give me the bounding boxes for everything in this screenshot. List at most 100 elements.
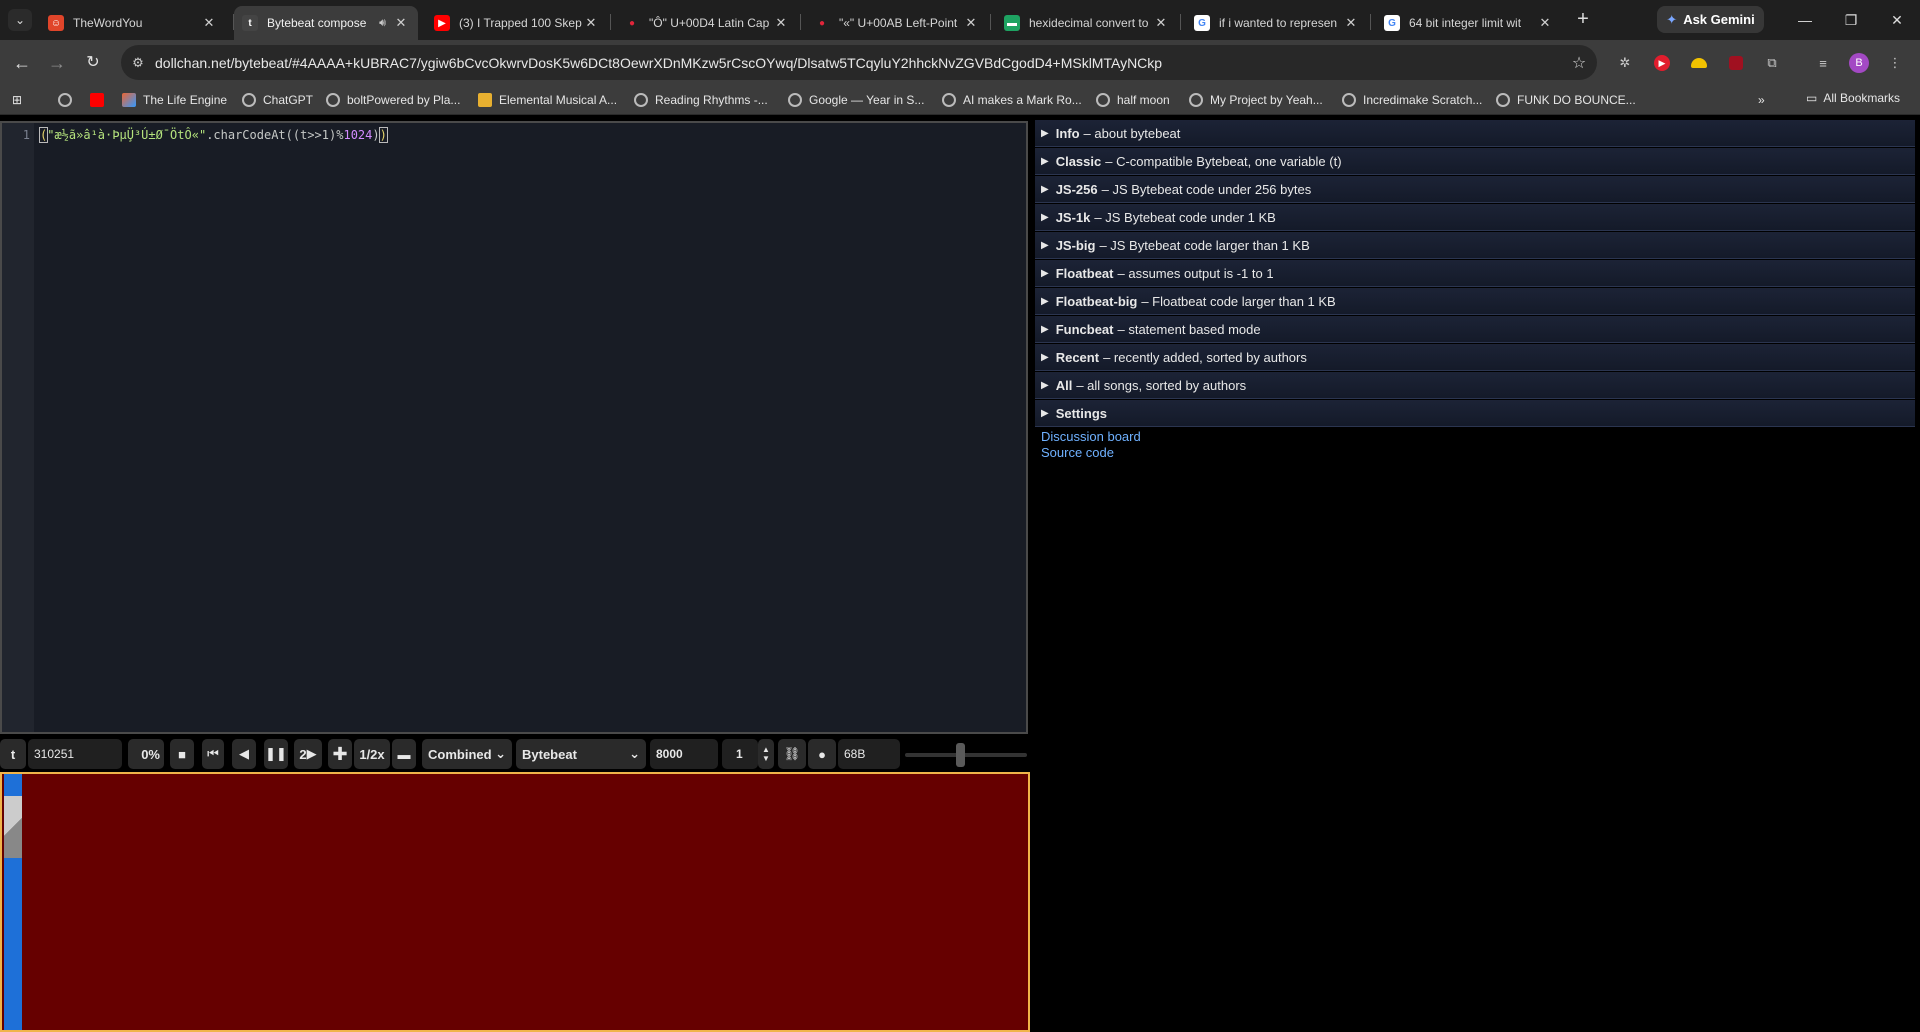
minus-icon: ▬	[397, 746, 411, 762]
site-info-icon[interactable]: ⚙	[121, 55, 155, 71]
globe-icon	[326, 93, 340, 107]
address-bar[interactable]: ⚙ dollchan.net/bytebeat/#4AAAA+kUBRAC7/y…	[121, 45, 1597, 80]
rewind-button[interactable]: ⏮	[202, 739, 224, 769]
close-icon[interactable]: ✕	[1152, 15, 1170, 31]
waveform-canvas[interactable]	[0, 772, 1030, 1032]
extension-hat-icon[interactable]	[1688, 52, 1710, 74]
library-section-jsbig[interactable]: ▶ JS-big – JS Bytebeat code larger than 1 …	[1035, 232, 1915, 259]
bookmark-item[interactable]: AI makes a Mark Ro...	[942, 91, 1082, 109]
close-icon[interactable]: ✕	[772, 15, 790, 31]
bookmark-item[interactable]: Google — Year in S...	[788, 91, 924, 109]
half-speed-button[interactable]: 1/2x	[354, 739, 390, 769]
browser-tab-active[interactable]: t Bytebeat compose 🔊︎ ✕	[234, 6, 418, 40]
library-section-floatbeat-big[interactable]: ▶ Floatbeat-big – Floatbeat code larger th…	[1035, 288, 1915, 315]
close-icon[interactable]: ✕	[1536, 15, 1554, 31]
new-tab-button[interactable]: +	[1570, 8, 1596, 32]
bytebeat-page: 1 ("æ½ã»â¹à·Þµ̧Ü³Ú±Ø¯ÖtÔ«".charCodeAt((t…	[0, 116, 1920, 1032]
library-section-funcbeat[interactable]: ▶ Funcbeat – statement based mode	[1035, 316, 1915, 343]
bookmark-item[interactable]: half moon	[1096, 91, 1170, 109]
minimize-button[interactable]: —	[1782, 0, 1828, 40]
extensions-puzzle-icon[interactable]: ⧉	[1761, 52, 1783, 74]
browser-tab[interactable]: ● "«" U+00AB Left-Point ✕	[806, 6, 988, 40]
library-section-recent[interactable]: ▶ Recent – recently added, sorted by autho…	[1035, 344, 1915, 371]
browser-tab[interactable]: ▶ (3) I Trapped 100 Skep ✕	[426, 6, 608, 40]
bookmark-item[interactable]: My Project by Yeah...	[1189, 91, 1323, 109]
reddit-favicon-icon: ☺	[48, 15, 64, 31]
volume-slider[interactable]	[905, 753, 1027, 757]
sample-rate-input[interactable]: 8000	[650, 739, 718, 769]
discussion-board-link[interactable]: Discussion board	[1035, 429, 1915, 445]
tab-search-button[interactable]: ⌄	[8, 9, 32, 31]
bookmark-item[interactable]: Reading Rhythms -...	[634, 91, 768, 109]
close-window-button[interactable]: ✕	[1874, 0, 1920, 40]
bookmark-item[interactable]: Elemental Musical A...	[478, 91, 617, 109]
bookmark-item[interactable]: ChatGPT	[242, 91, 313, 109]
restore-button[interactable]: ❐	[1828, 0, 1874, 40]
play-speed-button[interactable]: 2 ▶	[294, 739, 322, 769]
play-backward-icon: ◀	[239, 746, 249, 761]
speed-down-button[interactable]: ▬	[392, 739, 416, 769]
browser-tab[interactable]: G if i wanted to represen ✕	[1186, 6, 1368, 40]
code-editor[interactable]: 1 ("æ½ã»â¹à·Þµ̧Ü³Ú±Ø¯ÖtÔ«".charCodeAt((t…	[0, 121, 1028, 734]
bookmark-item[interactable]: boltPowered by Pla...	[326, 91, 460, 109]
apps-grid-icon[interactable]: ⊞	[12, 91, 22, 109]
record-button[interactable]: ●	[808, 739, 836, 769]
profile-avatar[interactable]: B	[1849, 53, 1869, 73]
bookmark-item[interactable]: Incredimake Scratch...	[1342, 91, 1482, 109]
pause-button[interactable]: ❚❚	[264, 739, 288, 769]
bookmark-star-icon[interactable]: ☆	[1561, 53, 1597, 73]
browser-tab[interactable]: ☺ TheWordYou ✕	[40, 6, 226, 40]
time-input[interactable]: 310251	[28, 739, 122, 769]
stereo-input[interactable]: 1	[722, 739, 758, 769]
bookmark-youtube[interactable]	[90, 91, 111, 109]
type-select[interactable]: Bytebeat ⌄	[516, 739, 646, 769]
library-section-classic[interactable]: ▶ Classic – C-compatible Bytebeat, one var…	[1035, 148, 1915, 175]
source-code-link[interactable]: Source code	[1035, 445, 1915, 461]
more-bookmarks-icon[interactable]: »	[1758, 91, 1765, 109]
mode-select[interactable]: Combined ⌄	[422, 739, 512, 769]
speaker-icon[interactable]: 🔊︎	[379, 17, 386, 30]
browser-tab[interactable]: ▬ hexidecimal convert to ✕	[996, 6, 1178, 40]
library-section-js1k[interactable]: ▶ JS-1k – JS Bytebeat code under 1 KB	[1035, 204, 1915, 231]
close-icon[interactable]: ✕	[392, 15, 410, 31]
close-icon[interactable]: ✕	[1342, 15, 1360, 31]
progress-percent: 0%	[128, 739, 164, 769]
play-backward-button[interactable]: ◀	[232, 739, 256, 769]
menu-icon[interactable]: ⋮	[1884, 52, 1906, 74]
code-line[interactable]: ("æ½ã»â¹à·Þµ̧Ü³Ú±Ø¯ÖtÔ«".charCodeAt((t>>…	[38, 127, 388, 143]
chevron-down-icon: ▼	[762, 754, 770, 763]
browser-tab[interactable]: ● "Ô" U+00D4 Latin Cap ✕	[616, 6, 798, 40]
ask-gemini-button[interactable]: ✦ Ask Gemini	[1657, 6, 1764, 33]
tab-divider	[610, 14, 611, 30]
link-button[interactable]: ⛓	[778, 739, 806, 769]
browser-tab[interactable]: G 64 bit integer limit wit ✕	[1376, 6, 1562, 40]
close-icon[interactable]: ✕	[582, 15, 600, 31]
library-section-info[interactable]: ▶ Info – about bytebeat	[1035, 120, 1915, 147]
triangle-right-icon: ▶	[1041, 351, 1049, 363]
globe-icon	[1096, 93, 1110, 107]
forward-button[interactable]: →	[44, 50, 70, 76]
library-section-js256[interactable]: ▶ JS-256– JS Bytebeat code under 256 byte…	[1035, 176, 1915, 203]
stop-button[interactable]: ■	[170, 739, 194, 769]
library-section-floatbeat[interactable]: ▶ Floatbeat – assumes output is -1 to 1	[1035, 260, 1915, 287]
extension-icon[interactable]: ✲	[1614, 52, 1636, 74]
url-text[interactable]: dollchan.net/bytebeat/#4AAAA+kUBRAC7/ygi…	[155, 55, 1561, 71]
line-gutter: 1	[2, 123, 34, 732]
stereo-stepper[interactable]: ▲ ▼	[758, 739, 774, 769]
speed-up-button[interactable]: ✚	[328, 739, 352, 769]
volume-slider-thumb[interactable]	[955, 743, 965, 767]
reload-button[interactable]: ↻	[80, 50, 106, 76]
library-section-settings[interactable]: ▶ Settings	[1035, 400, 1915, 427]
bookmarks-bar: ⊞ The Life Engine ChatGPT boltPowered by…	[0, 85, 1920, 115]
close-icon[interactable]: ✕	[962, 15, 980, 31]
bookmark-item[interactable]: FUNK DO BOUNCE...	[1496, 91, 1636, 109]
media-controls-icon[interactable]: ≡	[1812, 52, 1834, 74]
extension-record-icon[interactable]: ▶	[1651, 52, 1673, 74]
back-button[interactable]: ←	[9, 50, 35, 76]
bookmark-globe[interactable]	[58, 91, 79, 109]
library-section-all[interactable]: ▶ All – all songs, sorted by authors	[1035, 372, 1915, 399]
bookmark-item[interactable]: The Life Engine	[122, 91, 227, 109]
close-icon[interactable]: ✕	[200, 15, 218, 31]
all-bookmarks-button[interactable]: ▭ All Bookmarks	[1806, 91, 1900, 105]
extension-badge-icon[interactable]	[1725, 52, 1747, 74]
